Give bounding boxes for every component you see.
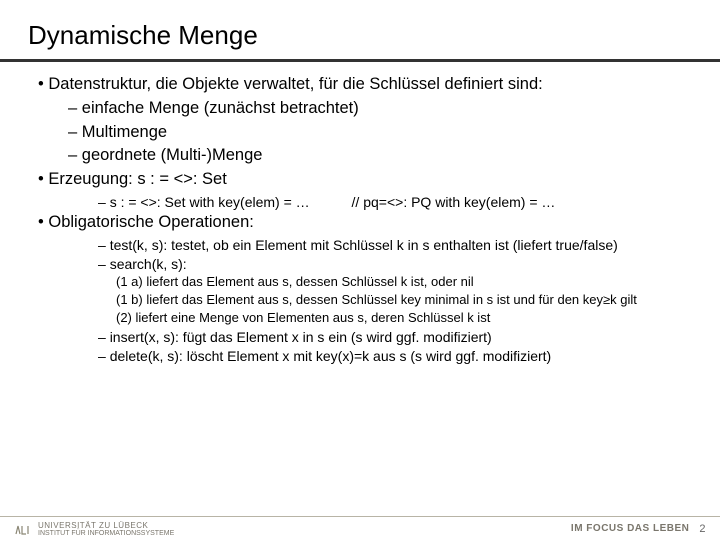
bullet-datastructure: Datenstruktur, die Objekte verwaltet, fü…: [38, 74, 692, 96]
slide-title: Dynamische Menge: [28, 20, 692, 51]
bullet-search-2: (2) liefert eine Menge von Elementen aus…: [116, 310, 692, 327]
bullet-op-search: search(k, s):: [98, 255, 692, 273]
bullet-operations: Obligatorische Operationen:: [38, 212, 692, 234]
bullet-simple-set: einfache Menge (zunächst betrachtet): [68, 98, 692, 120]
footer-bar: UNIVERSITÄT ZU LÜBECK INSTITUT FÜR INFOR…: [0, 516, 720, 540]
bullet-multiset: Multimenge: [68, 122, 692, 144]
footer-right: IM FOCUS DAS LEBEN 2: [571, 523, 706, 535]
institute-name: INSTITUT FÜR INFORMATIONSSYSTEME: [38, 530, 174, 537]
content-list: Datenstruktur, die Objekte verwaltet, fü…: [28, 74, 692, 365]
page-number: 2: [699, 523, 706, 535]
bullet-creation-keyed: s : = <>: Set with key(elem) = … // pq=<…: [98, 193, 692, 211]
bullet-op-test: test(k, s): testet, ob ein Element mit S…: [98, 236, 692, 254]
bullet-op-insert: insert(x, s): fügt das Element x in s ei…: [98, 328, 692, 346]
footer-left: UNIVERSITÄT ZU LÜBECK INSTITUT FÜR INFOR…: [14, 521, 174, 537]
bullet-op-delete: delete(k, s): löscht Element x mit key(x…: [98, 347, 692, 365]
bullet-search-1a: (1 a) liefert das Element aus s, dessen …: [116, 274, 692, 291]
uni-name: UNIVERSITÄT ZU LÜBECK: [38, 521, 174, 530]
bullet-creation: Erzeugung: s : = <>: Set: [38, 169, 692, 191]
university-logo-icon: [14, 522, 32, 536]
title-rule: [0, 59, 720, 62]
bullet-search-1b: (1 b) liefert das Element aus s, dessen …: [116, 292, 692, 309]
bullet-ordered-set: geordnete (Multi-)Menge: [68, 145, 692, 167]
slide: Dynamische Menge Datenstruktur, die Obje…: [0, 0, 720, 365]
creation-comment: // pq=<>: PQ with key(elem) = …: [352, 193, 556, 211]
footer-university: UNIVERSITÄT ZU LÜBECK INSTITUT FÜR INFOR…: [38, 521, 174, 537]
footer-motto: IM FOCUS DAS LEBEN: [571, 523, 689, 534]
creation-keyed-text: s : = <>: Set with key(elem) = …: [110, 194, 310, 210]
